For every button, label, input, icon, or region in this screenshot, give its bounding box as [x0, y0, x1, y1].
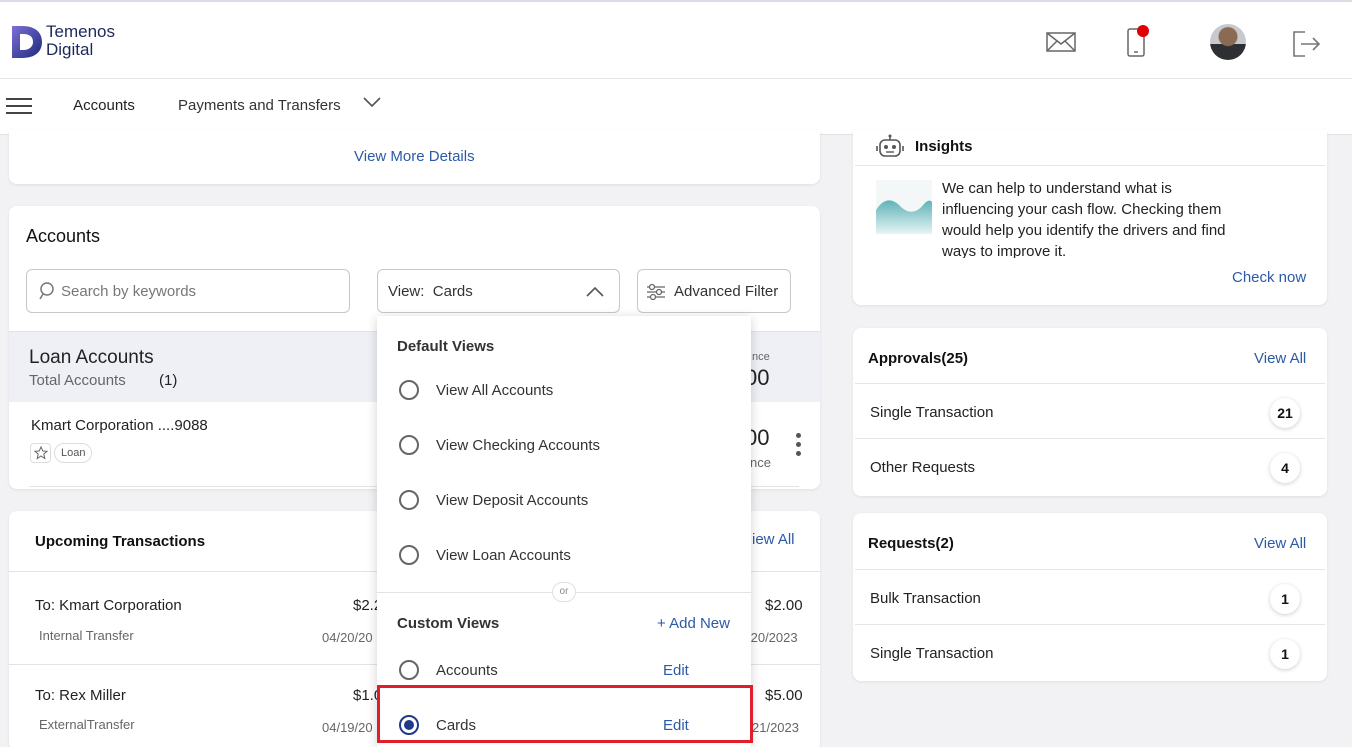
brand-line-1: Temenos	[46, 22, 115, 41]
search-icon	[39, 282, 54, 300]
option-label: View Loan Accounts	[436, 546, 571, 564]
transaction-type: ExternalTransfer	[39, 717, 135, 732]
radio-icon	[399, 490, 419, 510]
view-more-details-link[interactable]: View More Details	[354, 148, 475, 165]
account-details-card: View More Details	[9, 130, 820, 184]
brand-logo[interactable]: Temenos Digital	[10, 22, 115, 60]
divider	[855, 569, 1325, 570]
upcoming-transactions-title: Upcoming Transactions	[35, 533, 206, 550]
radio-icon	[399, 380, 419, 400]
radio-icon	[399, 660, 419, 680]
radio-icon	[399, 545, 419, 565]
chevron-up-icon	[586, 286, 604, 297]
tab-payments-and-transfers[interactable]: Payments and Transfers	[178, 97, 341, 114]
view-label: View:	[388, 283, 425, 300]
insights-text: We can help to understand what is influe…	[942, 180, 1226, 258]
transaction-recipient[interactable]: To: Kmart Corporation	[35, 597, 182, 614]
view-dropdown-menu: Default Views View All Accounts View Che…	[377, 316, 751, 747]
approval-row-label[interactable]: Other Requests	[870, 459, 975, 476]
option-view-all-accounts[interactable]: View All Accounts	[399, 378, 553, 402]
account-name[interactable]: Kmart Corporation ....9088	[31, 417, 208, 434]
transaction-recipient[interactable]: To: Rex Miller	[35, 687, 126, 704]
divider	[855, 438, 1325, 439]
upcoming-view-all-link[interactable]: iew All	[752, 531, 795, 548]
total-accounts-label: Total Accounts	[29, 372, 126, 389]
transaction-date-2: 21/2023	[752, 720, 799, 735]
request-count-badge: 1	[1270, 584, 1300, 614]
loan-accounts-title: Loan Accounts	[29, 347, 154, 368]
advanced-filter-label: Advanced Filter	[674, 283, 779, 300]
approvals-view-all-link[interactable]: View All	[1254, 350, 1306, 367]
insights-title: Insights	[915, 138, 973, 155]
divider	[855, 165, 1325, 166]
transaction-date: 04/19/20	[322, 720, 373, 735]
mail-icon[interactable]	[1046, 32, 1076, 52]
search-input[interactable]: Search by keywords	[26, 269, 350, 313]
add-new-view-button[interactable]: + Add New	[657, 615, 730, 632]
brand-line-2: Digital	[46, 40, 94, 59]
robot-icon	[876, 134, 904, 157]
default-views-header: Default Views	[397, 338, 495, 355]
requests-title: Requests(2)	[868, 535, 954, 552]
transaction-amount-2: $2.00	[765, 597, 803, 614]
transaction-date-2: /20/2023	[747, 630, 798, 645]
request-count-badge: 1	[1270, 639, 1300, 669]
approval-count-badge: 21	[1270, 398, 1300, 428]
option-label: View Checking Accounts	[436, 436, 600, 454]
logout-icon[interactable]	[1291, 30, 1321, 58]
app-header: Temenos Digital	[0, 0, 1352, 79]
option-label: View Deposit Accounts	[436, 491, 589, 509]
cash-flow-wave-icon	[876, 180, 932, 234]
menu-icon[interactable]	[6, 98, 32, 116]
radio-icon	[399, 435, 419, 455]
main-nav: Accounts Payments and Transfers	[0, 79, 1352, 135]
group-balance-label: nce	[752, 351, 770, 363]
brand-mark-icon	[12, 26, 42, 58]
approval-row-label[interactable]: Single Transaction	[870, 404, 993, 421]
option-view-deposit-accounts[interactable]: View Deposit Accounts	[399, 488, 588, 512]
option-custom-accounts[interactable]: Accounts	[399, 658, 498, 682]
or-separator: or	[552, 582, 576, 602]
view-select-label: View: Cards	[388, 283, 473, 300]
favorite-star-icon[interactable]	[30, 443, 51, 463]
custom-views-header: Custom Views	[397, 615, 500, 632]
approvals-title: Approvals(25)	[868, 350, 969, 367]
request-row-label[interactable]: Single Transaction	[870, 645, 993, 662]
option-label: View All Accounts	[436, 381, 554, 399]
option-label: Accounts	[436, 661, 498, 679]
request-row-label[interactable]: Bulk Transaction	[870, 590, 981, 607]
check-now-link[interactable]: Check now	[1232, 269, 1306, 286]
approval-count-badge: 4	[1270, 453, 1300, 483]
option-view-checking-accounts[interactable]: View Checking Accounts	[399, 433, 600, 457]
account-balance-label: nce	[750, 455, 771, 470]
filter-sliders-icon	[647, 283, 665, 301]
search-placeholder: Search by keywords	[61, 283, 197, 300]
view-select[interactable]: View: Cards	[377, 269, 620, 313]
more-options-icon[interactable]	[796, 433, 801, 460]
transaction-amount-2: $5.00	[765, 687, 803, 704]
advanced-filter-button[interactable]: Advanced Filter	[637, 269, 791, 313]
transaction-type: Internal Transfer	[39, 628, 134, 643]
view-value: Cards	[432, 283, 473, 300]
accounts-title: Accounts	[26, 226, 101, 246]
option-view-loan-accounts[interactable]: View Loan Accounts	[399, 543, 571, 567]
tab-accounts[interactable]: Accounts	[52, 79, 156, 135]
divider	[855, 383, 1325, 384]
brand-name: Temenos Digital	[46, 23, 115, 59]
transaction-date: 04/20/20	[322, 630, 373, 645]
chevron-down-icon[interactable]	[362, 96, 382, 108]
edit-accounts-view-button[interactable]: Edit	[663, 662, 689, 679]
user-avatar[interactable]	[1210, 24, 1246, 60]
total-accounts-count: (1)	[159, 372, 178, 389]
requests-view-all-link[interactable]: View All	[1254, 535, 1306, 552]
notification-badge	[1137, 25, 1149, 37]
divider	[855, 624, 1325, 625]
selection-highlight-box	[377, 685, 753, 743]
account-type-tag: Loan	[54, 443, 93, 463]
